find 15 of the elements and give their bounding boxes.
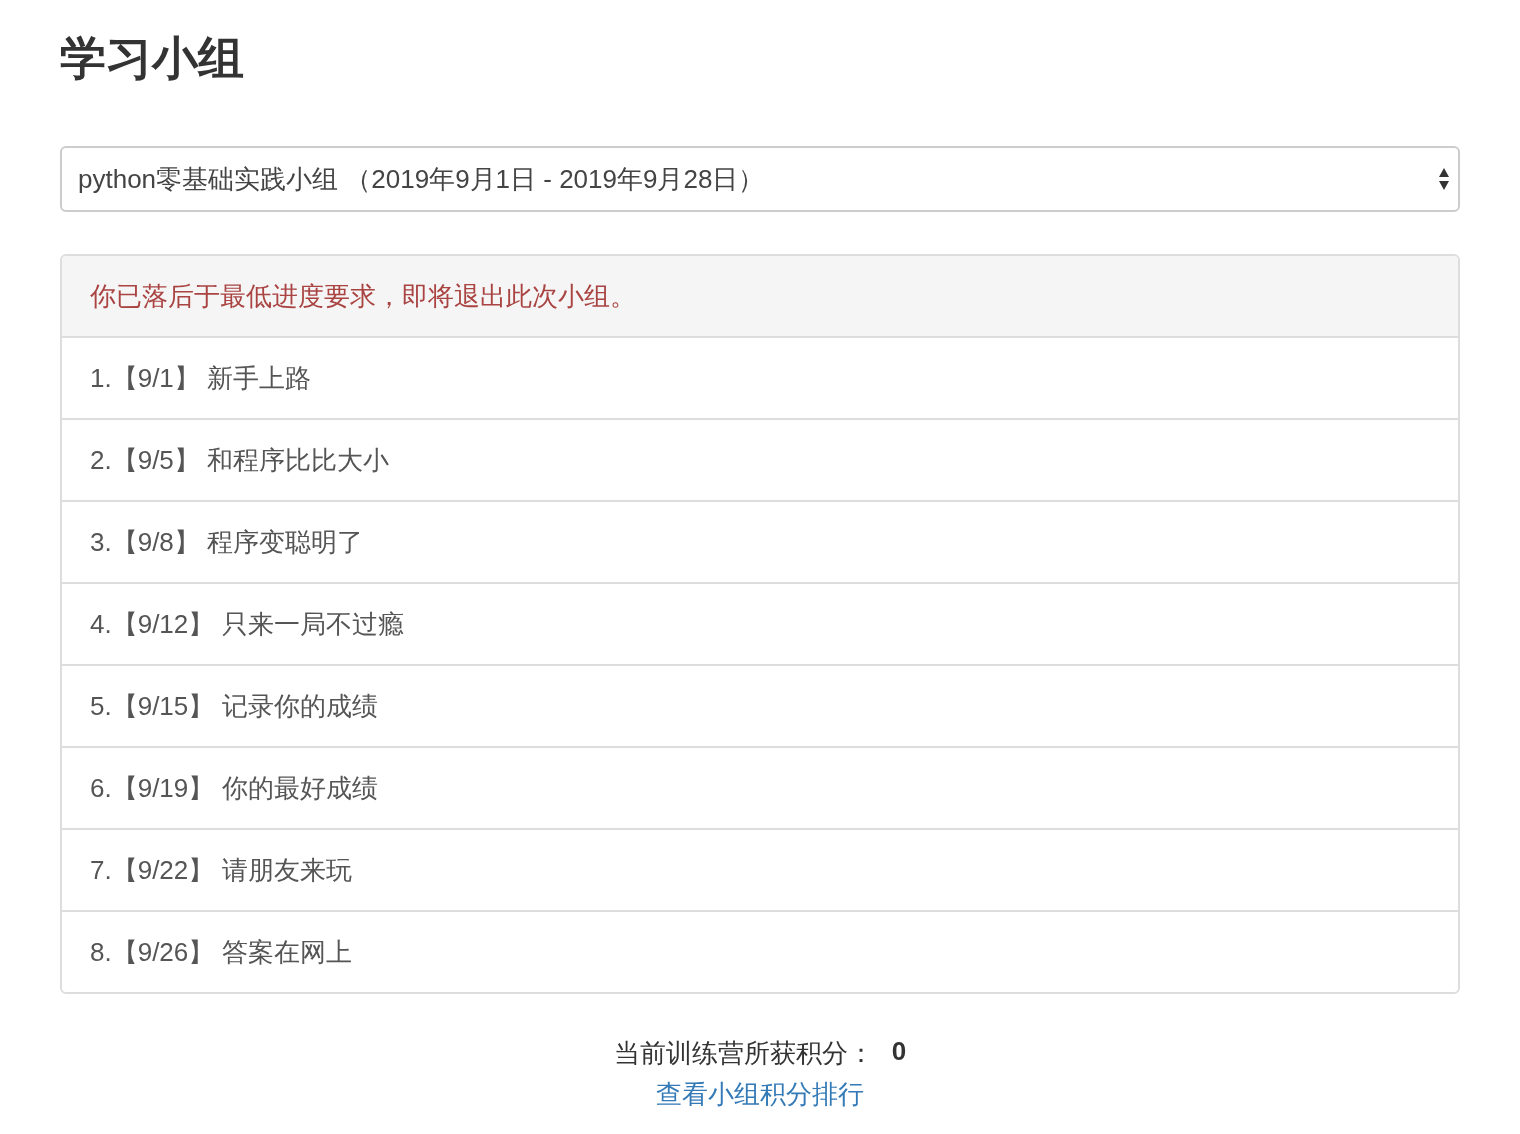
lesson-item[interactable]: 3.【9/8】 程序变聪明了: [90, 524, 364, 560]
page-title: 学习小组: [60, 31, 245, 86]
lesson-item[interactable]: 7.【9/22】 请朋友来玩: [90, 852, 352, 888]
lesson-item[interactable]: 2.【9/5】 和程序比比大小: [90, 442, 390, 478]
lesson-item[interactable]: 8.【9/26】 答案在网上: [90, 934, 352, 970]
score-label: 当前训练营所获积分：: [613, 1037, 874, 1070]
lesson-item[interactable]: 1.【9/1】 新手上路: [90, 360, 312, 396]
score-value: 0: [891, 1036, 907, 1068]
lesson-item[interactable]: 5.【9/15】 记录你的成绩: [90, 688, 378, 724]
warning-text: 你已落后于最低进度要求，即将退出此次小组。: [90, 279, 636, 313]
ranking-link[interactable]: 查看小组积分排行: [656, 1077, 864, 1112]
up-down-arrows-icon: [1438, 167, 1450, 191]
group-select[interactable]: python零基础实践小组 （2019年9月1日 - 2019年9月28日）: [60, 146, 1460, 212]
lesson-item[interactable]: 6.【9/19】 你的最好成绩: [90, 770, 378, 806]
lesson-item[interactable]: 4.【9/12】 只来一局不过瘾: [90, 606, 404, 642]
